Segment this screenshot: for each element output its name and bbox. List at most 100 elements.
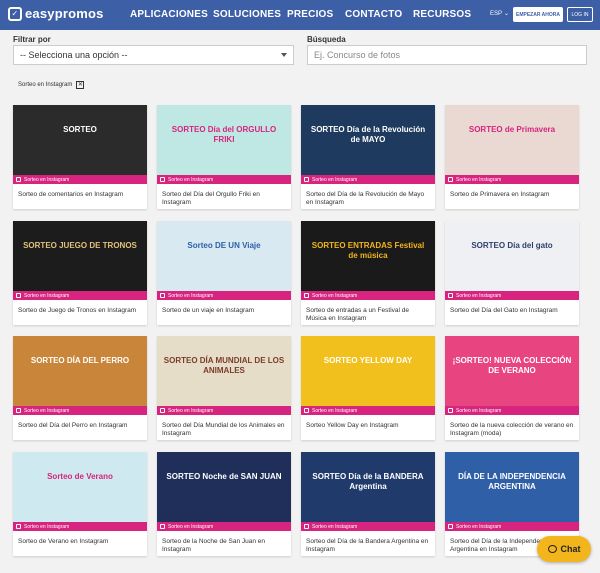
template-card[interactable]: ¡SORTEO! NUEVA COLECCIÓN DE VERANO Sorteo… <box>445 336 579 440</box>
instagram-icon <box>448 293 453 298</box>
card-badge-label: Sorteo en Instagram <box>168 292 214 299</box>
template-card[interactable]: SORTEO de Primavera Sorteo en Instagram So… <box>445 105 579 209</box>
card-thumbnail[interactable]: SORTEO YELLOW DAY <box>301 336 435 406</box>
nav-recursos[interactable]: RECURSOS <box>413 9 471 20</box>
card-thumbnail[interactable]: Sorteo DE UN Viaje <box>157 221 291 291</box>
card-title[interactable]: Sorteo de entradas a un Festival de Músi… <box>306 307 430 323</box>
card-thumbnail[interactable]: SORTEO Día de la Revolución de MAYO <box>301 105 435 175</box>
start-now-button[interactable]: EMPEZAR AHORA <box>513 7 563 22</box>
chat-button[interactable]: Chat <box>537 536 591 562</box>
card-title[interactable]: Sorteo de Juego de Tronos en Instagram <box>18 307 142 315</box>
card-thumbnail[interactable]: SORTEO de Primavera <box>445 105 579 175</box>
card-badge-label: Sorteo en Instagram <box>312 176 358 183</box>
nav-aplicaciones[interactable]: APLICACIONES <box>130 9 208 20</box>
instagram-icon <box>304 293 309 298</box>
instagram-icon <box>448 408 453 413</box>
card-badge: Sorteo en Instagram <box>157 522 291 531</box>
card-thumbnail-text: ¡SORTEO! NUEVA COLECCIÓN DE VERANO <box>452 356 572 375</box>
card-title[interactable]: Sorteo del Día del Orgullo Friki en Inst… <box>162 191 286 207</box>
card-badge-label: Sorteo en Instagram <box>312 523 358 530</box>
filter-label: Filtrar por <box>13 35 51 44</box>
card-thumbnail-text: SORTEO DÍA DEL PERRO <box>30 356 130 365</box>
card-thumbnail[interactable]: SORTEO Día del gato <box>445 221 579 291</box>
instagram-icon <box>16 524 21 529</box>
template-card[interactable]: SORTEO JUEGO DE TRONOS Sorteo en Instagra… <box>13 221 147 325</box>
card-thumbnail[interactable]: SORTEO DÍA MUNDIAL DE LOS ANIMALES <box>157 336 291 406</box>
card-thumbnail-text: DÍA DE LA INDEPENDENCIA ARGENTINA <box>458 472 566 491</box>
login-button[interactable]: LOG IN <box>567 7 593 22</box>
card-title[interactable]: Sorteo de Primavera en Instagram <box>450 191 574 199</box>
template-card[interactable]: SORTEO DÍA DEL PERRO Sorteo en Instagram S… <box>13 336 147 440</box>
template-card[interactable]: SORTEO Día de la Revolución de MAYO Sorte… <box>301 105 435 209</box>
card-thumbnail-text: SORTEO Día de la Revolución de MAYO <box>310 125 426 144</box>
close-icon[interactable]: ✕ <box>76 81 85 89</box>
card-thumbnail[interactable]: SORTEO Día del ORGULLO FRIKI <box>157 105 291 175</box>
card-thumbnail-text: Sorteo DE UN Viaje <box>187 241 261 250</box>
logo-text: easypromos <box>25 6 104 21</box>
card-thumbnail[interactable]: DÍA DE LA INDEPENDENCIA ARGENTINA <box>445 452 579 522</box>
card-thumbnail[interactable]: ¡SORTEO! NUEVA COLECCIÓN DE VERANO <box>445 336 579 406</box>
instagram-icon <box>16 293 21 298</box>
nav-soluciones[interactable]: SOLUCIONES <box>213 9 281 20</box>
top-navbar: ✓ easypromos APLICACIONES SOLUCIONES PRE… <box>0 0 600 30</box>
card-title[interactable]: Sorteo Yellow Day en Instagram <box>306 422 430 430</box>
language-selector[interactable]: ESP ⌄ <box>490 10 510 18</box>
chevron-down-icon: ⌄ <box>504 11 510 17</box>
card-badge: Sorteo en Instagram <box>301 522 435 531</box>
template-card[interactable]: SORTEO DÍA MUNDIAL DE LOS ANIMALES Sorteo… <box>157 336 291 440</box>
card-thumbnail[interactable]: SORTEO Noche de SAN JUAN <box>157 452 291 522</box>
search-input[interactable]: Ej. Concurso de fotos <box>307 45 587 65</box>
card-badge: Sorteo en Instagram <box>445 406 579 415</box>
card-badge: Sorteo en Instagram <box>445 291 579 300</box>
filter-select[interactable]: -- Selecciona una opción -- <box>13 45 294 65</box>
card-badge-label: Sorteo en Instagram <box>24 292 70 299</box>
card-title[interactable]: Sorteo de Verano en Instagram <box>18 538 142 546</box>
template-card[interactable]: SORTEO ENTRADAS Festival de música Sorteo… <box>301 221 435 325</box>
card-title[interactable]: Sorteo del Día de la Revolución de Mayo … <box>306 191 430 207</box>
card-thumbnail[interactable]: SORTEO DÍA DEL PERRO <box>13 336 147 406</box>
template-card[interactable]: SORTEO YELLOW DAY Sorteo en Instagram Sort… <box>301 336 435 440</box>
card-badge-label: Sorteo en Instagram <box>456 176 502 183</box>
card-title[interactable]: Sorteo de comentarios en Instagram <box>18 191 142 199</box>
card-badge: Sorteo en Instagram <box>445 175 579 184</box>
card-thumbnail-text: SORTEO Día de la BANDERA Argentina <box>312 472 424 491</box>
logo[interactable]: ✓ easypromos <box>8 6 104 21</box>
card-title[interactable]: Sorteo del Día de la Bandera Argentina e… <box>306 538 430 554</box>
card-thumbnail[interactable]: Sorteo de Verano <box>13 452 147 522</box>
card-thumbnail[interactable]: SORTEO ENTRADAS Festival de música <box>301 221 435 291</box>
card-title[interactable]: Sorteo del Día del Perro en Instagram <box>18 422 142 430</box>
instagram-icon <box>160 177 165 182</box>
template-card[interactable]: SORTEO Día del gato Sorteo en Instagram So… <box>445 221 579 325</box>
chat-label: Chat <box>560 544 581 554</box>
card-title[interactable]: Sorteo del Día Mundial de los Animales e… <box>162 422 286 438</box>
card-title[interactable]: Sorteo de un viaje en Instagram <box>162 307 286 315</box>
card-thumbnail[interactable]: SORTEO <box>13 105 147 175</box>
card-title[interactable]: Sorteo de la Noche de San Juan en Instag… <box>162 538 286 554</box>
card-thumbnail-text: SORTEO Noche de SAN JUAN <box>166 472 282 481</box>
card-badge: Sorteo en Instagram <box>13 291 147 300</box>
template-card[interactable]: SORTEO Sorteo en Instagram Sorteo de comen… <box>13 105 147 209</box>
card-title[interactable]: Sorteo del Día del Gato en Instagram <box>450 307 574 315</box>
nav-precios[interactable]: PRECIOS <box>287 9 333 20</box>
instagram-icon <box>16 177 21 182</box>
card-thumbnail-text: Sorteo de Verano <box>47 472 113 481</box>
card-thumbnail-text: SORTEO YELLOW DAY <box>323 356 413 365</box>
nav-contacto[interactable]: CONTACTO <box>345 9 402 20</box>
card-thumbnail[interactable]: SORTEO JUEGO DE TRONOS <box>13 221 147 291</box>
card-badge-label: Sorteo en Instagram <box>168 407 214 414</box>
logo-icon: ✓ <box>8 6 22 21</box>
template-card[interactable]: Sorteo DE UN Viaje Sorteo en Instagram Sor… <box>157 221 291 325</box>
template-card[interactable]: Sorteo de Verano Sorteo en Instagram Sorte… <box>13 452 147 556</box>
template-card[interactable]: SORTEO Noche de SAN JUAN Sorteo en Instag… <box>157 452 291 556</box>
chat-bubble-icon <box>547 545 557 553</box>
card-thumbnail-text: SORTEO JUEGO DE TRONOS <box>23 241 137 250</box>
card-thumbnail[interactable]: SORTEO Día de la BANDERA Argentina <box>301 452 435 522</box>
card-thumbnail-text: SORTEO DÍA MUNDIAL DE LOS ANIMALES <box>163 356 285 375</box>
template-card[interactable]: SORTEO Día del ORGULLO FRIKI Sorteo en In… <box>157 105 291 209</box>
card-badge-label: Sorteo en Instagram <box>168 176 214 183</box>
template-card[interactable]: SORTEO Día de la BANDERA Argentina Sorteo… <box>301 452 435 556</box>
card-title[interactable]: Sorteo de la nueva colección de verano e… <box>450 422 574 438</box>
card-badge: Sorteo en Instagram <box>13 175 147 184</box>
card-thumbnail-text: SORTEO <box>63 125 97 134</box>
instagram-icon <box>304 408 309 413</box>
